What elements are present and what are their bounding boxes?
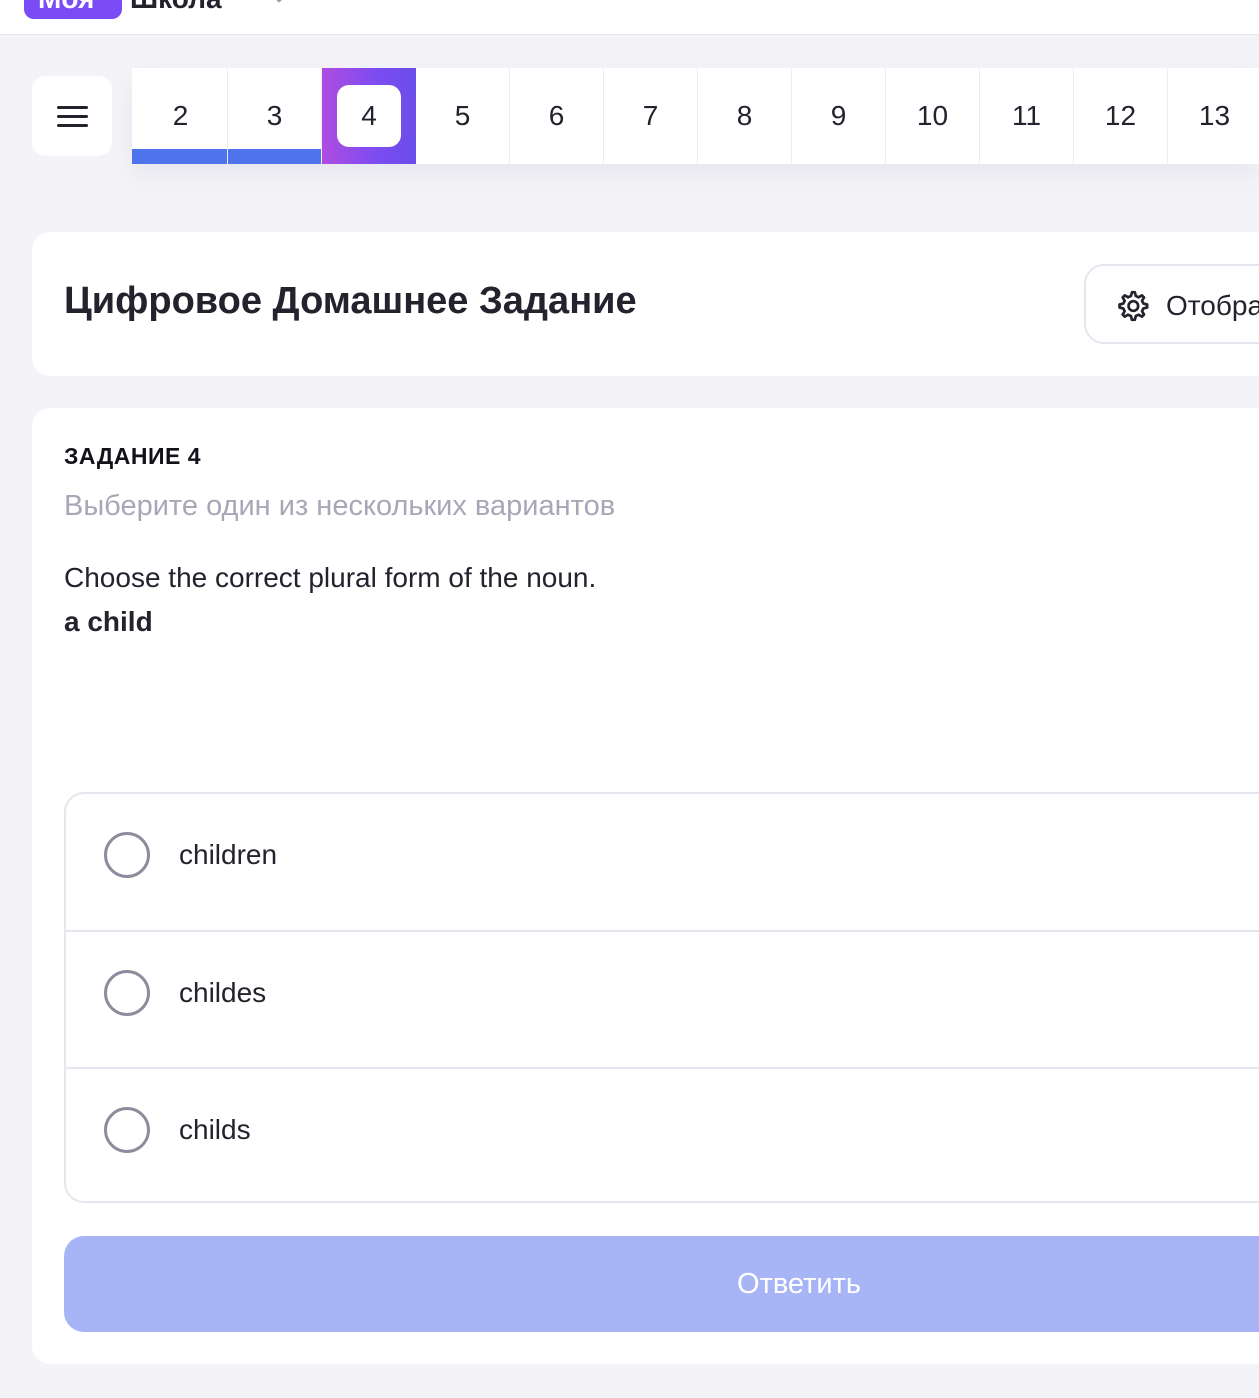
task-number-3[interactable]: 3	[228, 68, 322, 164]
menu-button[interactable]	[32, 76, 112, 156]
task-number-label: 9	[830, 100, 847, 131]
task-number-label: 2	[172, 100, 189, 131]
task-number-13[interactable]: 13	[1168, 68, 1259, 164]
task-number-7[interactable]: 7	[604, 68, 698, 164]
display-settings-button[interactable]: Отобра	[1084, 264, 1259, 344]
task-number-label: 12	[1104, 100, 1137, 131]
top-bar: Моя Школа	[0, 0, 1259, 35]
task-number-2[interactable]: 2	[134, 68, 228, 164]
task-number-label: 11	[1011, 100, 1042, 131]
task-number-label: 13	[1198, 100, 1231, 131]
display-settings-label: Отобра	[1166, 290, 1259, 321]
gear-icon	[1118, 290, 1149, 322]
task-number-label: 8	[736, 100, 753, 131]
answer-option-label: childes	[179, 977, 267, 1008]
menu-icon	[56, 105, 88, 127]
submit-button[interactable]: Ответить	[64, 1236, 1259, 1332]
task-question: Choose the correct plural form of the no…	[64, 562, 597, 593]
logo-text[interactable]: Школа	[130, 0, 222, 19]
task-number-6[interactable]: 6	[510, 68, 604, 164]
progress-stub	[132, 149, 138, 164]
radio-button[interactable]	[104, 970, 150, 1016]
task-number-8[interactable]: 8	[698, 68, 792, 164]
radio-button[interactable]	[104, 832, 150, 878]
task-number-12[interactable]: 12	[1074, 68, 1168, 164]
answer-option-label: childs	[179, 1114, 251, 1145]
task-label: ЗАДАНИЕ 4	[64, 443, 202, 469]
answer-option-label: children	[179, 839, 278, 870]
task-number-9[interactable]: 9	[792, 68, 886, 164]
task-number-label: 5	[454, 100, 471, 131]
answer-options: children childes childs	[64, 792, 1259, 1203]
task-number-label: 3	[266, 100, 283, 131]
answer-option[interactable]: childes	[66, 930, 1259, 1066]
page-title: Цифровое Домашнее Задание	[64, 280, 637, 322]
submit-button-label: Ответить	[737, 1268, 861, 1300]
logo-badge[interactable]: Моя	[24, 0, 122, 19]
task-number-label: 10	[916, 100, 949, 131]
task-word: a child	[64, 606, 153, 637]
task-number-label: 4	[361, 100, 377, 131]
radio-button[interactable]	[104, 1107, 150, 1153]
task-number-5[interactable]: 5	[416, 68, 510, 164]
answer-option[interactable]: children	[66, 794, 1259, 930]
task-number-label: 6	[548, 100, 565, 131]
task-number-strip: 2 3 4 5 6 7 8 9 10 11 12 13	[132, 68, 1259, 164]
task-instruction: Выберите один из нескольких вариантов	[64, 490, 616, 522]
chevron-down-icon[interactable]	[272, 0, 286, 4]
answer-option[interactable]: childs	[66, 1067, 1259, 1201]
task-number-4[interactable]: 4	[322, 68, 416, 164]
task-number-10[interactable]: 10	[886, 68, 980, 164]
task-number-11[interactable]: 11	[980, 68, 1074, 164]
task-number-label: 7	[642, 100, 659, 131]
